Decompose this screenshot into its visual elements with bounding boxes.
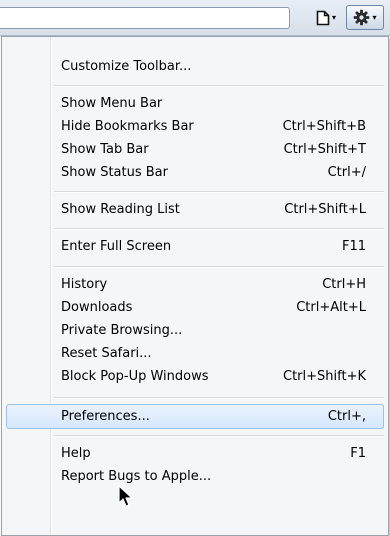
page-icon [316,10,330,25]
menu-item-label: Report Bugs to Apple... [61,469,212,484]
menu-item-customize-toolbar[interactable]: Customize Toolbar... [6,55,384,78]
settings-dropdown-menu: Customize Toolbar... Show Menu Bar Hide … [1,36,389,536]
menu-item-history[interactable]: History Ctrl+H [6,273,384,296]
settings-menu-button[interactable]: ▾ [346,5,384,30]
menu-item-help[interactable]: Help F1 [6,442,384,465]
browser-toolbar: ▾ ▾ [0,0,390,36]
menu-item-block-popup-windows[interactable]: Block Pop-Up Windows Ctrl+Shift+K [6,365,384,388]
menu-item-shortcut: Ctrl+/ [327,165,366,180]
menu-item-shortcut: F11 [341,239,366,254]
menu-item-shortcut: Ctrl+, [327,409,366,424]
menu-item-label: Downloads [61,300,133,315]
menu-item-show-tab-bar[interactable]: Show Tab Bar Ctrl+Shift+T [6,138,384,161]
menu-item-label: History [61,277,108,292]
menu-item-shortcut: Ctrl+Shift+T [283,142,366,157]
chevron-down-icon: ▾ [372,12,377,22]
mouse-pointer-icon [118,485,133,507]
menu-item-shortcut: F1 [350,446,366,461]
menu-item-show-status-bar[interactable]: Show Status Bar Ctrl+/ [6,161,384,184]
menu-item-label: Show Status Bar [61,165,168,180]
menu-item-label: Private Browsing... [61,323,183,338]
menu-item-report-bugs[interactable]: Report Bugs to Apple... [6,465,384,488]
menu-separator [54,191,384,193]
menu-separator [54,266,384,268]
menu-item-show-reading-list[interactable]: Show Reading List Ctrl+Shift+L [6,198,384,221]
menu-item-reset-safari[interactable]: Reset Safari... [6,342,384,365]
menu-item-shortcut: Ctrl+Shift+K [283,369,366,384]
menu-item-shortcut: Ctrl+Shift+B [282,119,366,134]
menu-item-label: Help [61,446,91,461]
menu-item-shortcut: Ctrl+Alt+L [296,300,366,315]
menu-item-downloads[interactable]: Downloads Ctrl+Alt+L [6,296,384,319]
menu-item-preferences[interactable]: Preferences... Ctrl+, [6,404,384,429]
page-menu-button[interactable]: ▾ [308,5,344,30]
menu-item-enter-full-screen[interactable]: Enter Full Screen F11 [6,235,384,258]
menu-item-label: Preferences... [61,409,150,424]
menu-item-label: Show Reading List [61,202,180,217]
menu-item-show-menu-bar[interactable]: Show Menu Bar [6,92,384,115]
menu-separator [54,397,384,399]
menu-item-private-browsing[interactable]: Private Browsing... [6,319,384,342]
menu-item-shortcut: Ctrl+H [322,277,366,292]
menu-separator [54,85,384,87]
gear-icon [354,9,370,26]
menu-item-label: Hide Bookmarks Bar [61,119,194,134]
menu-item-label: Show Menu Bar [61,96,163,111]
menu-item-label: Customize Toolbar... [61,59,192,74]
menu-separator [54,228,384,230]
menu-item-label: Enter Full Screen [61,239,172,254]
menu-item-shortcut: Ctrl+Shift+L [284,202,366,217]
menu-separator [54,435,384,437]
menu-item-hide-bookmarks-bar[interactable]: Hide Bookmarks Bar Ctrl+Shift+B [6,115,384,138]
menu-item-label: Block Pop-Up Windows [61,369,209,384]
address-bar[interactable] [0,7,290,29]
menu-item-label: Show Tab Bar [61,142,149,157]
chevron-down-icon: ▾ [331,12,336,22]
menu-item-label: Reset Safari... [61,346,152,361]
